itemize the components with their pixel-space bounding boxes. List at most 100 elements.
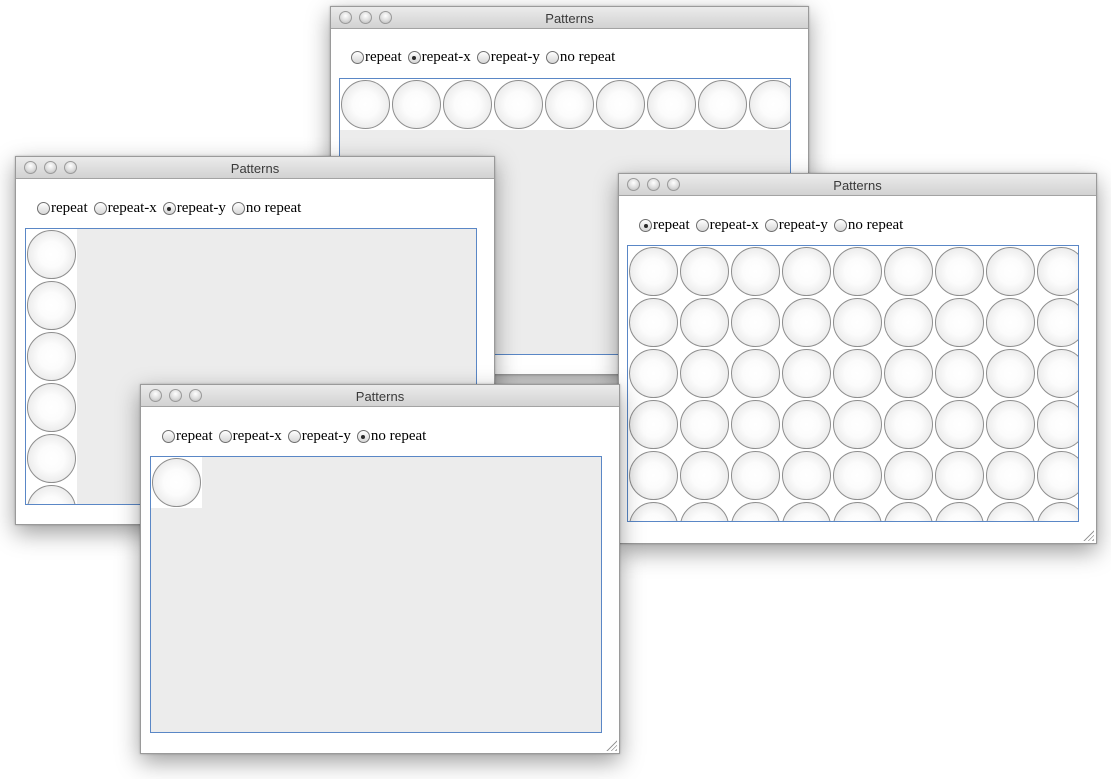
pattern-radio-group: repeat repeat-x repeat-y no repeat [37,200,307,217]
pattern-tile [1036,246,1078,297]
circle-pattern-icon [986,247,1035,296]
pattern-tile [985,246,1036,297]
pattern-tile [679,399,730,450]
pattern-tile [391,79,442,130]
radio-button-icon[interactable] [695,219,709,232]
circle-pattern-icon [1037,400,1078,449]
radio-repeat-y[interactable]: repeat-y [476,49,540,66]
circle-pattern-icon [749,80,790,129]
radio-button-icon[interactable] [351,51,364,64]
pattern-tile [883,399,934,450]
radio-button-icon[interactable] [37,202,50,215]
circle-pattern-icon [884,298,933,347]
circle-pattern-icon [833,400,882,449]
radio-repeat-x[interactable]: repeat-x [218,428,282,445]
radio-no-repeat[interactable]: no repeat [545,49,615,66]
titlebar[interactable]: Patterns [619,174,1096,196]
radio-button-icon[interactable] [639,219,652,232]
pattern-tile [883,297,934,348]
circle-pattern-icon [833,298,882,347]
titlebar[interactable]: Patterns [16,157,494,179]
circle-pattern-icon [27,383,76,432]
radio-repeat-x[interactable]: repeat-x [93,200,157,217]
window-title: Patterns [833,178,882,193]
pattern-tile [934,501,985,521]
pattern-canvas [627,245,1079,522]
pattern-tile [985,348,1036,399]
radio-button-icon[interactable] [407,51,421,64]
radio-repeat-y[interactable]: repeat-y [764,217,828,234]
radio-no-repeat[interactable]: no repeat [356,428,427,445]
circle-pattern-icon [27,230,76,279]
pattern-tile [985,450,1036,501]
circle-pattern-icon [629,298,678,347]
radio-button-icon[interactable] [356,430,370,443]
circle-pattern-icon [782,349,831,398]
pattern-tile [595,79,646,130]
circle-pattern-icon [986,502,1035,521]
pattern-tile [1036,297,1078,348]
pattern-tile [26,433,77,484]
circle-pattern-icon [27,485,76,504]
radio-button-icon[interactable] [476,51,490,64]
pattern-tile [832,450,883,501]
circle-pattern-icon [782,400,831,449]
pattern-tile [730,399,781,450]
pattern-tile [697,79,748,130]
radio-button-icon[interactable] [162,430,175,443]
patterns-window-repeat: Patterns repeat repeat-x repeat-y no repeat [618,173,1097,544]
circle-pattern-icon [1037,451,1078,500]
circle-pattern-icon [884,349,933,398]
radio-label: repeat-y [778,217,828,233]
radio-repeat-y[interactable]: repeat-y [287,428,351,445]
radio-repeat[interactable]: repeat [351,49,402,66]
circle-pattern-icon [392,80,441,129]
circle-pattern-icon [443,80,492,129]
radio-button-icon[interactable] [162,202,176,215]
pattern-tile [883,501,934,521]
resize-grip-icon[interactable] [1083,530,1094,541]
resize-grip-icon[interactable] [606,740,617,751]
pattern-tile [26,280,77,331]
circle-pattern-icon [833,502,882,521]
pattern-radio-group: repeat repeat-x repeat-y no repeat [351,49,621,66]
circle-pattern-icon [833,349,882,398]
pattern-tile [832,501,883,521]
radio-button-icon[interactable] [545,51,559,64]
circle-pattern-icon [731,400,780,449]
radio-button-icon[interactable] [764,219,778,232]
radio-no-repeat[interactable]: no repeat [231,200,301,217]
radio-label: no repeat [370,428,427,444]
radio-repeat[interactable]: repeat [37,200,88,217]
radio-repeat-x[interactable]: repeat-x [407,49,471,66]
radio-repeat-x[interactable]: repeat-x [695,217,759,234]
pattern-tile [781,399,832,450]
pattern-tile [934,348,985,399]
pattern-tile [628,450,679,501]
circle-pattern-icon [731,298,780,347]
circle-pattern-icon [935,247,984,296]
pattern-tile [679,297,730,348]
radio-label: repeat [365,49,402,65]
radio-button-icon[interactable] [231,202,245,215]
circle-pattern-icon [731,247,780,296]
pattern-tile [340,79,391,130]
radio-button-icon[interactable] [833,219,847,232]
radio-button-icon[interactable] [218,430,232,443]
radio-repeat-y[interactable]: repeat-y [162,200,226,217]
pattern-tile [679,501,730,521]
circle-pattern-icon [731,349,780,398]
circle-pattern-icon [986,349,1035,398]
titlebar[interactable]: Patterns [141,385,619,407]
circle-pattern-icon [986,298,1035,347]
pattern-tile [781,501,832,521]
radio-repeat[interactable]: repeat [162,428,213,445]
radio-button-icon[interactable] [287,430,301,443]
titlebar[interactable]: Patterns [331,7,808,29]
radio-no-repeat[interactable]: no repeat [833,217,903,234]
circle-pattern-icon [935,451,984,500]
window-title: Patterns [355,389,405,404]
radio-repeat[interactable]: repeat [639,217,690,234]
radio-label: repeat [176,428,213,444]
radio-button-icon[interactable] [93,202,107,215]
